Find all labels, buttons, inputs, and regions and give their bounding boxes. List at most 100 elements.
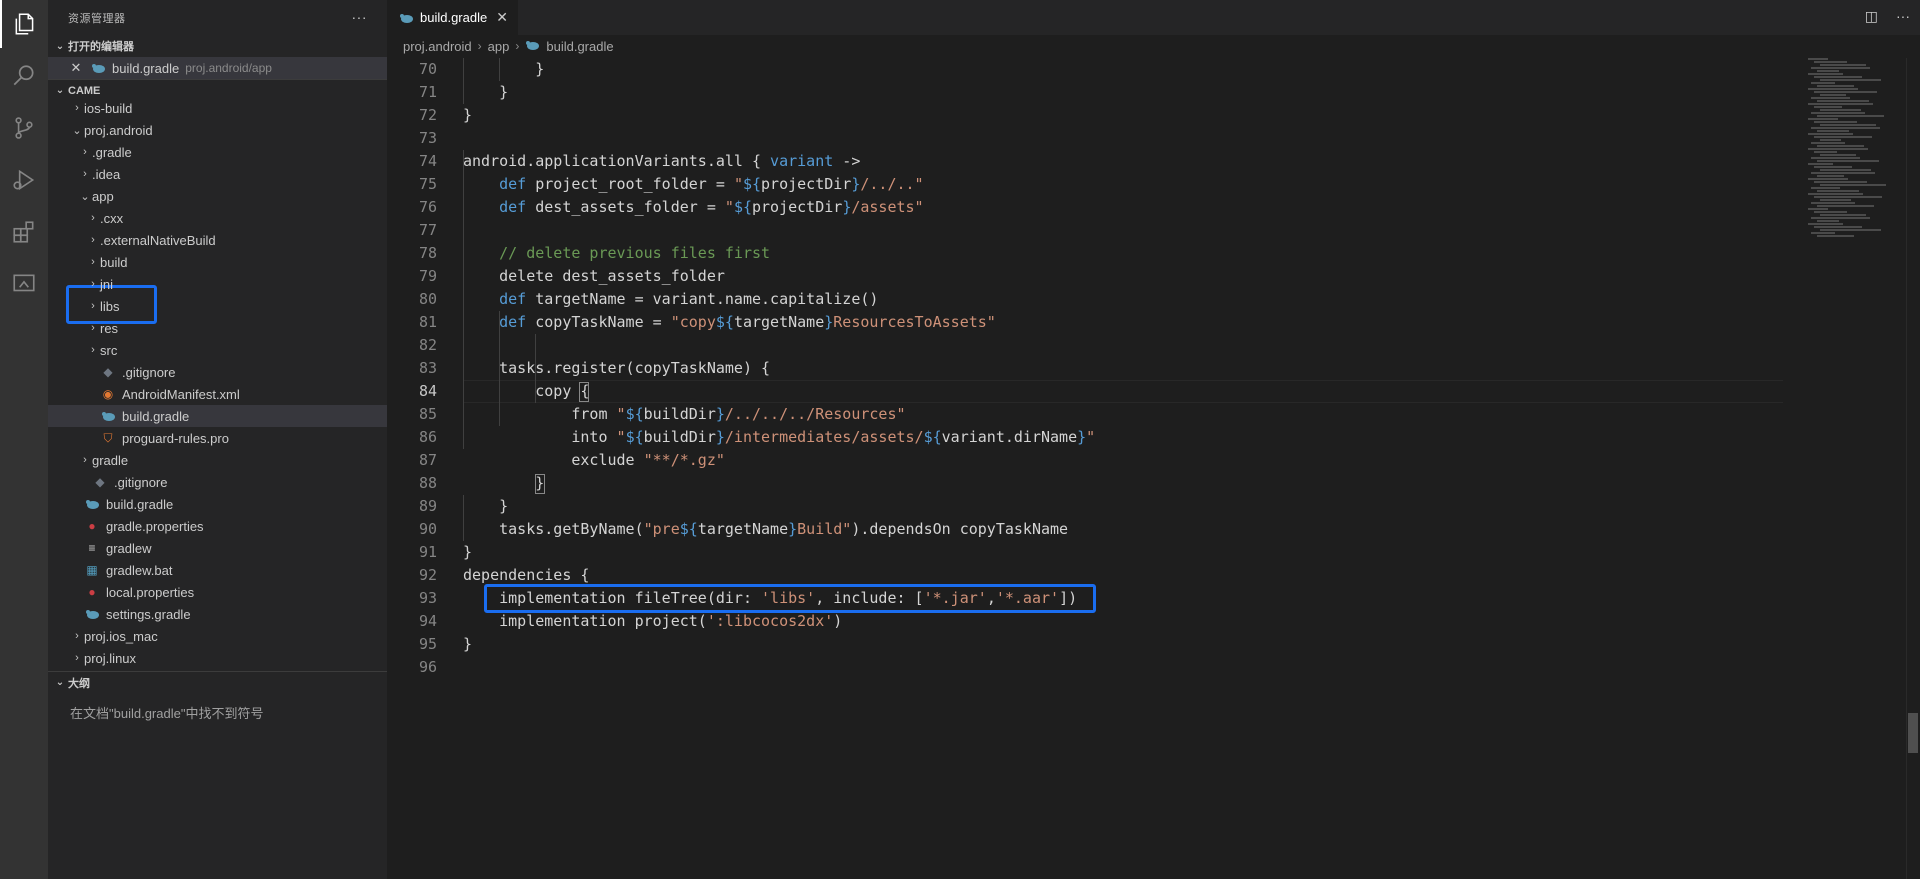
open-editor-item[interactable]: ✕ build.gradle proj.android/app [48, 57, 387, 79]
tree-item[interactable]: ● gradle.properties [48, 515, 387, 537]
minimap-line [1811, 202, 1855, 204]
tree-item[interactable]: › .cxx [48, 207, 387, 229]
tree-item[interactable]: ⛉ proguard-rules.pro [48, 427, 387, 449]
gradle-icon [84, 496, 100, 512]
code-token: ${ [625, 405, 644, 423]
tree-item[interactable]: › src [48, 339, 387, 361]
minimap-line [1811, 232, 1835, 234]
activity-bar [0, 0, 48, 879]
minimap-line [1808, 58, 1828, 60]
line-number-current: 84 [418, 382, 437, 400]
line-number: 92 [418, 566, 437, 584]
tree-item-label: proguard-rules.pro [122, 430, 229, 446]
breadcrumb-item[interactable]: app [488, 39, 510, 54]
minimap-line [1808, 148, 1868, 150]
chevron-right-icon: › [75, 652, 79, 664]
run-debug-icon[interactable] [0, 156, 48, 204]
minimap[interactable] [1804, 58, 1904, 258]
tab-build-gradle[interactable]: build.gradle ✕ [387, 0, 518, 35]
editor-area: build.gradle ✕ ◫ ··· proj.android › app … [387, 0, 1920, 879]
tree-item[interactable]: ● local.properties [48, 581, 387, 603]
tree-item[interactable]: ◆ .gitignore [48, 361, 387, 383]
chevron-right-icon: › [91, 278, 95, 290]
code-token: tasks.register(copyTaskName) { [499, 359, 771, 377]
tree-item[interactable]: build.gradle [48, 493, 387, 515]
minimap-line [1811, 97, 1850, 99]
code-line: def dest_assets_folder = "${projectDir}/… [463, 196, 924, 219]
chevron-right-icon: › [75, 102, 79, 114]
code-token: /assets" [851, 198, 924, 216]
tree-item[interactable]: › proj.ios_mac [48, 625, 387, 647]
breadcrumb-item[interactable]: build.gradle [546, 39, 613, 54]
minimap-line [1811, 187, 1840, 189]
line-number: 86 [418, 428, 437, 446]
tree-item[interactable]: › .idea [48, 163, 387, 185]
tree-item[interactable]: ◆ .gitignore [48, 471, 387, 493]
more-actions-icon[interactable]: ··· [352, 9, 368, 25]
remote-explorer-icon[interactable] [0, 260, 48, 308]
code-line: } [463, 106, 473, 124]
chevron-down-icon: ⌄ [55, 677, 65, 688]
code-token: variant.dirName [941, 428, 1078, 446]
tree-item[interactable]: › proj.linux [48, 647, 387, 669]
tree-item-label: ios-build [84, 100, 133, 116]
tree-item[interactable]: › libs [48, 295, 387, 317]
tree-item[interactable]: ≡ gradlew [48, 537, 387, 559]
tree-item[interactable]: ▦ gradlew.bat [48, 559, 387, 581]
code-token: ${ [715, 313, 734, 331]
search-icon[interactable] [0, 52, 48, 100]
code-token: from [571, 405, 617, 423]
minimap-line [1817, 85, 1854, 87]
vertical-scrollbar[interactable] [1906, 58, 1920, 879]
minimap-line [1814, 196, 1882, 198]
tree-item[interactable]: › res [48, 317, 387, 339]
tree-item[interactable]: › .gradle [48, 141, 387, 163]
code-token: " [733, 175, 743, 193]
tree-item[interactable]: build.gradle [48, 405, 387, 427]
minimap-line [1814, 61, 1847, 63]
outline-header[interactable]: ⌄ 大纲 [48, 671, 387, 693]
open-editors-header[interactable]: ⌄ 打开的编辑器 [48, 35, 387, 57]
split-editor-icon[interactable]: ◫ [1865, 8, 1878, 25]
minimap-line [1817, 100, 1869, 102]
code-token: projectDir [752, 198, 843, 216]
chevron-right-icon: › [91, 256, 95, 268]
breadcrumb-item[interactable]: proj.android [403, 39, 472, 54]
line-number: 73 [418, 129, 437, 147]
tree-item[interactable]: ⌄ app [48, 185, 387, 207]
code-token: } [824, 313, 834, 331]
code-line: // delete previous files first [463, 242, 770, 265]
extensions-icon[interactable] [0, 208, 48, 256]
tree-item[interactable]: › gradle [48, 449, 387, 471]
tree-item[interactable]: › build [48, 251, 387, 273]
tree-item[interactable]: › jni [48, 273, 387, 295]
gradle-icon [100, 408, 116, 424]
outline-empty-message: 在文档"build.gradle"中找不到符号 [70, 706, 264, 721]
gradle-icon [84, 606, 100, 622]
tree-item[interactable]: settings.gradle [48, 603, 387, 625]
code-token: "pre [643, 520, 680, 538]
chevron-right-icon: › [515, 39, 520, 53]
tree-item[interactable]: › .externalNativeBuild [48, 229, 387, 251]
more-actions-icon[interactable]: ··· [1896, 8, 1910, 25]
close-icon[interactable]: ✕ [68, 60, 84, 76]
tree-item-label: gradlew.bat [106, 562, 173, 578]
code-line: } [463, 60, 545, 78]
code-token: def [499, 313, 527, 331]
code-line: } [463, 495, 508, 518]
code-line: tasks.register(copyTaskName) { [463, 357, 770, 380]
breadcrumb: proj.android › app › build.gradle [403, 35, 614, 57]
minimap-line [1808, 118, 1838, 120]
explorer-icon[interactable] [0, 0, 48, 48]
source-control-icon[interactable] [0, 104, 48, 152]
minimap-line [1817, 160, 1879, 162]
scrollbar-thumb[interactable] [1908, 713, 1918, 753]
tree-item[interactable]: › ios-build [48, 97, 387, 119]
close-icon[interactable]: ✕ [496, 9, 508, 26]
minimap-line [1808, 193, 1863, 195]
line-number: 72 [418, 106, 437, 124]
tree-item[interactable]: ◉ AndroidManifest.xml [48, 383, 387, 405]
minimap-line [1811, 112, 1865, 114]
tree-item[interactable]: ⌄ proj.android [48, 119, 387, 141]
chevron-right-icon: › [477, 39, 482, 53]
